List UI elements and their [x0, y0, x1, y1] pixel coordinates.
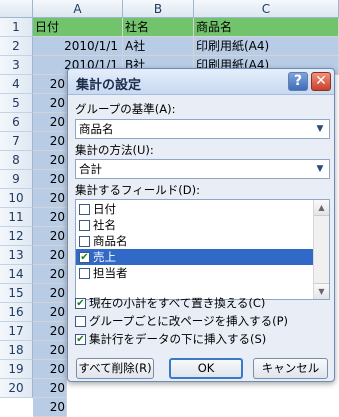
cell-a10[interactable]: 20: [33, 189, 67, 208]
row-header-8[interactable]: 8: [0, 151, 33, 170]
cell-b2[interactable]: A社: [123, 37, 194, 56]
cell-a19[interactable]: 20: [33, 360, 67, 379]
method-label: 集計の方法(U):: [75, 143, 154, 157]
cell-b1[interactable]: 社名: [123, 18, 194, 37]
cell-a9[interactable]: 20: [33, 170, 67, 189]
remove-all-button[interactable]: すべて削除(R): [76, 358, 154, 379]
cell-c1[interactable]: 商品名: [194, 18, 339, 37]
row-header-1[interactable]: 1: [0, 18, 33, 37]
cell-a14[interactable]: 20: [33, 265, 67, 284]
field-item[interactable]: 担当者: [76, 265, 313, 281]
cell-c2[interactable]: 印刷用紙(A4): [194, 37, 339, 56]
row-header-20[interactable]: 20: [0, 379, 33, 398]
row-header-2[interactable]: 2: [0, 37, 33, 56]
fields-list[interactable]: 日付 社名 商品名 ✔ 売上 担当者 ▲ ▼: [75, 199, 330, 300]
option-row[interactable]: ✔ 現在の小計をすべて置き換える(C): [75, 294, 330, 312]
option-label: 集計行をデータの下に挿入する(S): [89, 332, 267, 346]
field-label: 担当者: [93, 266, 128, 280]
cell-a11[interactable]: 20: [33, 208, 67, 227]
cell-a4[interactable]: 20: [33, 75, 67, 94]
option-label: グループごとに改ページを挿入する(P): [89, 314, 288, 328]
cell-a21[interactable]: 20: [33, 398, 67, 417]
row-header-19[interactable]: 19: [0, 360, 33, 379]
cell-a13[interactable]: 20: [33, 246, 67, 265]
help-icon: ?: [293, 73, 303, 89]
row-header-12[interactable]: 12: [0, 227, 33, 246]
dialog-title: 集計の設定: [76, 78, 142, 93]
field-checkbox[interactable]: [79, 203, 90, 215]
row-header-10[interactable]: 10: [0, 189, 33, 208]
method-value: 合計: [79, 162, 102, 176]
row-header-14[interactable]: 14: [0, 265, 33, 284]
field-item[interactable]: 商品名: [76, 233, 313, 249]
option-checkbox[interactable]: ✔: [75, 297, 86, 309]
option-checkbox[interactable]: ✔: [75, 333, 86, 345]
row-header-18[interactable]: 18: [0, 341, 33, 360]
field-label: 社名: [93, 218, 116, 232]
cell-a16[interactable]: 20: [33, 303, 67, 322]
cell-a15[interactable]: 20: [33, 284, 67, 303]
field-label: 売上: [93, 250, 116, 264]
close-button[interactable]: ✕: [311, 72, 331, 91]
fields-scrollbar[interactable]: ▲ ▼: [313, 200, 329, 299]
cell-a20[interactable]: 20: [33, 379, 67, 398]
chevron-down-icon: ▼: [316, 124, 324, 134]
chevron-down-icon: ▼: [316, 164, 324, 174]
row-header-6[interactable]: 6: [0, 113, 33, 132]
column-header-b[interactable]: B: [123, 0, 194, 18]
close-icon: ✕: [315, 73, 327, 89]
row-header-13[interactable]: 13: [0, 246, 33, 265]
cell-a1[interactable]: 日付: [33, 18, 123, 37]
scroll-up-icon[interactable]: ▲: [314, 200, 329, 216]
select-all-corner[interactable]: [0, 0, 33, 18]
row-header-17[interactable]: 17: [0, 322, 33, 341]
cancel-button[interactable]: キャンセル: [253, 358, 328, 379]
field-item[interactable]: 社名: [76, 217, 313, 233]
row-header-9[interactable]: 9: [0, 170, 33, 189]
group-by-value: 商品名: [79, 122, 114, 136]
dialog-titlebar[interactable]: 集計の設定 ? ✕: [68, 69, 334, 95]
field-checkbox[interactable]: [79, 235, 90, 247]
row-header-15[interactable]: 15: [0, 284, 33, 303]
cell-a18[interactable]: 20: [33, 341, 67, 360]
field-checkbox[interactable]: ✔: [79, 251, 90, 263]
row-header-5[interactable]: 5: [0, 94, 33, 113]
row-header-16[interactable]: 16: [0, 303, 33, 322]
method-select[interactable]: 合計 ▼: [75, 159, 330, 179]
subtotal-dialog: 集計の設定 ? ✕ グループの基準(A): 商品名 ▼ 集計の方法(U): 合計…: [67, 68, 335, 382]
option-row[interactable]: グループごとに改ページを挿入する(P): [75, 312, 330, 330]
help-button[interactable]: ?: [288, 72, 308, 91]
cell-a6[interactable]: 20: [33, 113, 67, 132]
field-item[interactable]: 日付: [76, 201, 313, 217]
field-label: 日付: [93, 202, 116, 216]
cell-a8[interactable]: 20: [33, 151, 67, 170]
column-header-a[interactable]: A: [33, 0, 123, 18]
option-row[interactable]: ✔ 集計行をデータの下に挿入する(S): [75, 330, 330, 348]
cell-a5[interactable]: 20: [33, 94, 67, 113]
cell-a2[interactable]: 2010/1/1: [33, 37, 123, 56]
option-checkbox[interactable]: [75, 315, 86, 327]
column-header-c[interactable]: C: [194, 0, 339, 18]
ok-button[interactable]: OK: [169, 358, 243, 379]
cell-a17[interactable]: 20: [33, 322, 67, 341]
field-checkbox[interactable]: [79, 219, 90, 231]
row-header-11[interactable]: 11: [0, 208, 33, 227]
field-label: 商品名: [93, 234, 128, 248]
group-by-select[interactable]: 商品名 ▼: [75, 119, 330, 139]
row-header-4[interactable]: 4: [0, 75, 33, 94]
cell-a12[interactable]: 20: [33, 227, 67, 246]
group-by-label: グループの基準(A):: [75, 102, 176, 116]
cell-a7[interactable]: 20: [33, 132, 67, 151]
field-item[interactable]: ✔ 売上: [76, 249, 313, 265]
fields-label: 集計するフィールド(D):: [75, 183, 200, 197]
option-label: 現在の小計をすべて置き換える(C): [89, 296, 266, 310]
field-checkbox[interactable]: [79, 267, 90, 279]
row-header-3[interactable]: 3: [0, 56, 33, 75]
row-header-7[interactable]: 7: [0, 132, 33, 151]
